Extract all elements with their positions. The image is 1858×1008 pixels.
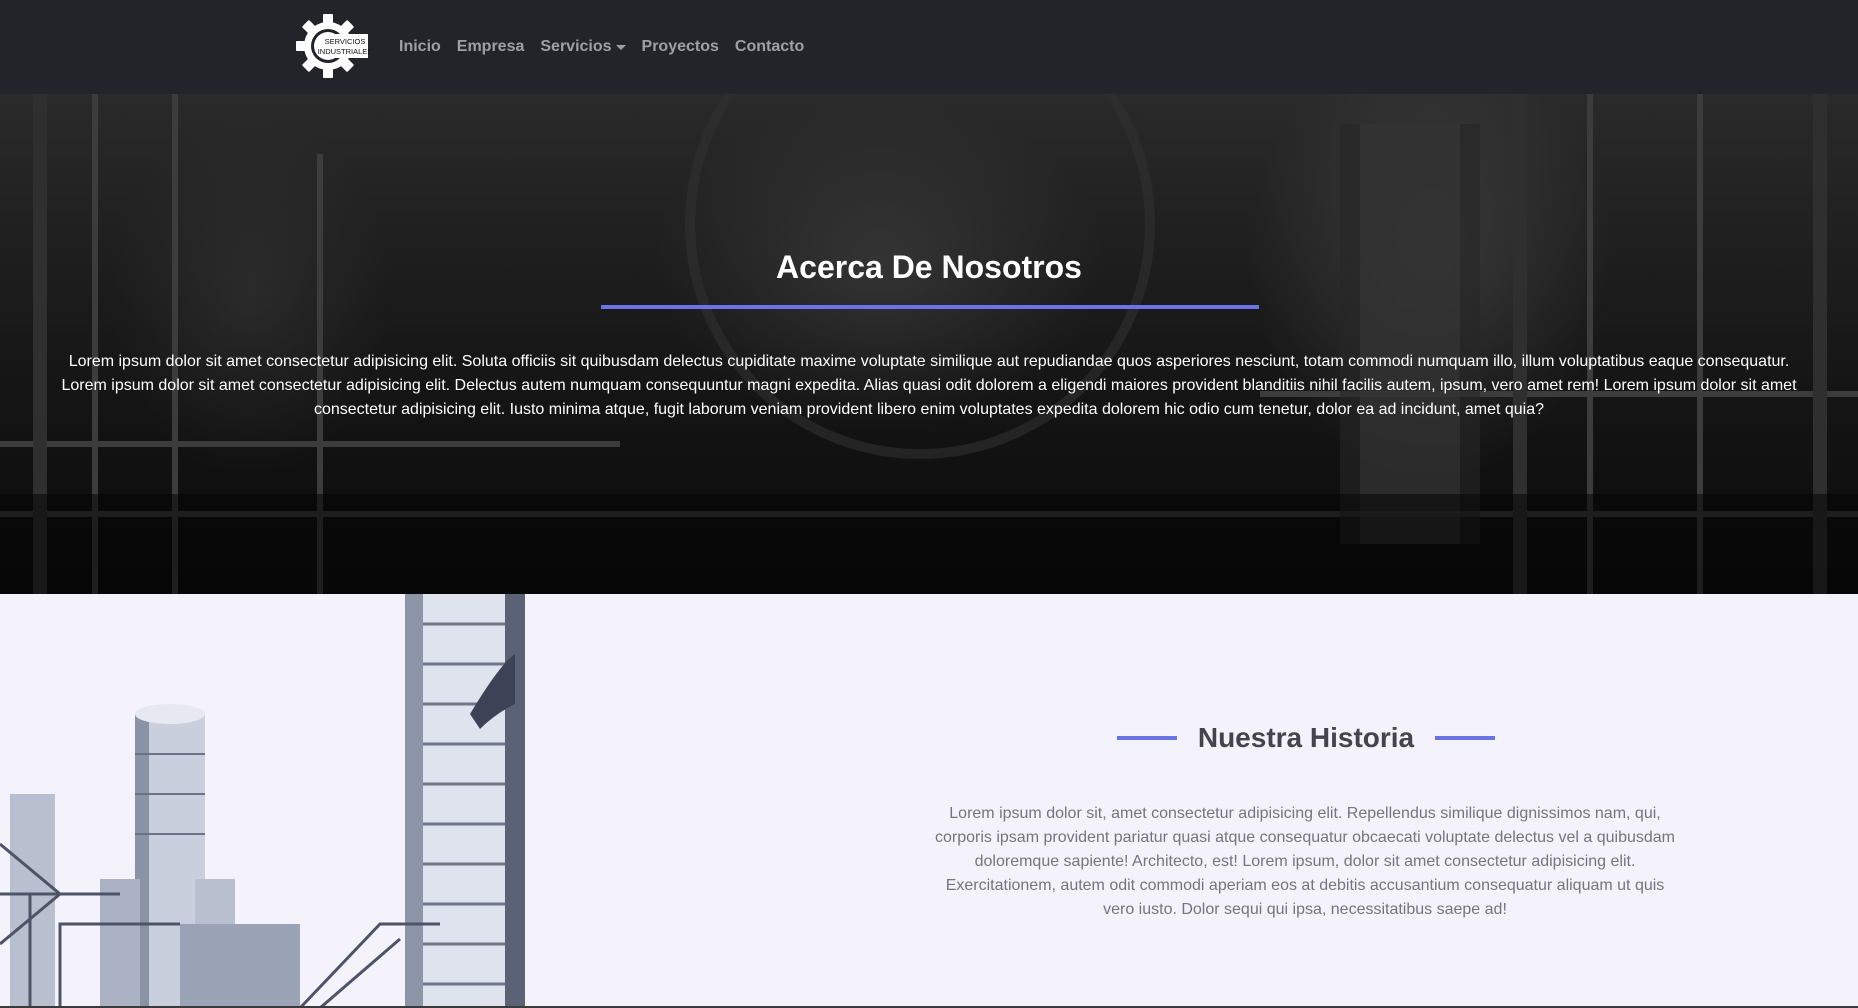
nav-link-proyectos[interactable]: Proyectos: [642, 38, 719, 56]
brand-logo[interactable]: SERVICIOS INDUSTRIALES: [292, 14, 372, 78]
industrial-background-image: [0, 94, 1858, 594]
navbar: SERVICIOS INDUSTRIALES Inicio Empresa Se…: [0, 0, 1858, 94]
nav-menu: Inicio Empresa Servicios Proyectos Conta…: [399, 0, 804, 94]
caret-down-icon: [615, 44, 626, 50]
nav-link-servicios-label: Servicios: [540, 38, 612, 55]
historia-title: Nuestra Historia: [1197, 722, 1415, 753]
industrial-plant-image: [0, 594, 525, 1008]
logo-text-line1: SERVICIOS: [325, 37, 366, 46]
historia-paragraph: Lorem ipsum dolor sit, amet consectetur …: [935, 805, 1675, 918]
hero-section: Acerca De Nosotros Lorem ipsum dolor sit…: [0, 94, 1858, 594]
hero-paragraph: Lorem ipsum dolor sit amet consectetur a…: [61, 353, 1797, 418]
gear-icon: SERVICIOS INDUSTRIALES: [296, 14, 372, 78]
heading-line-right: [1434, 736, 1495, 740]
heading-line-left: [1117, 736, 1177, 740]
historia-section: Nuestra Historia Lorem ipsum dolor sit, …: [0, 594, 1858, 1008]
nav-link-contacto[interactable]: Contacto: [735, 38, 804, 56]
section-heading: Nuestra Historia: [1117, 718, 1495, 758]
title-underline: [601, 305, 1259, 309]
nav-link-inicio[interactable]: Inicio: [399, 38, 441, 56]
nav-link-empresa[interactable]: Empresa: [457, 38, 525, 56]
nav-link-servicios[interactable]: Servicios: [540, 38, 626, 56]
page-title: Acerca De Nosotros: [776, 249, 1082, 285]
logo-text-line2: INDUSTRIALES: [318, 47, 370, 56]
